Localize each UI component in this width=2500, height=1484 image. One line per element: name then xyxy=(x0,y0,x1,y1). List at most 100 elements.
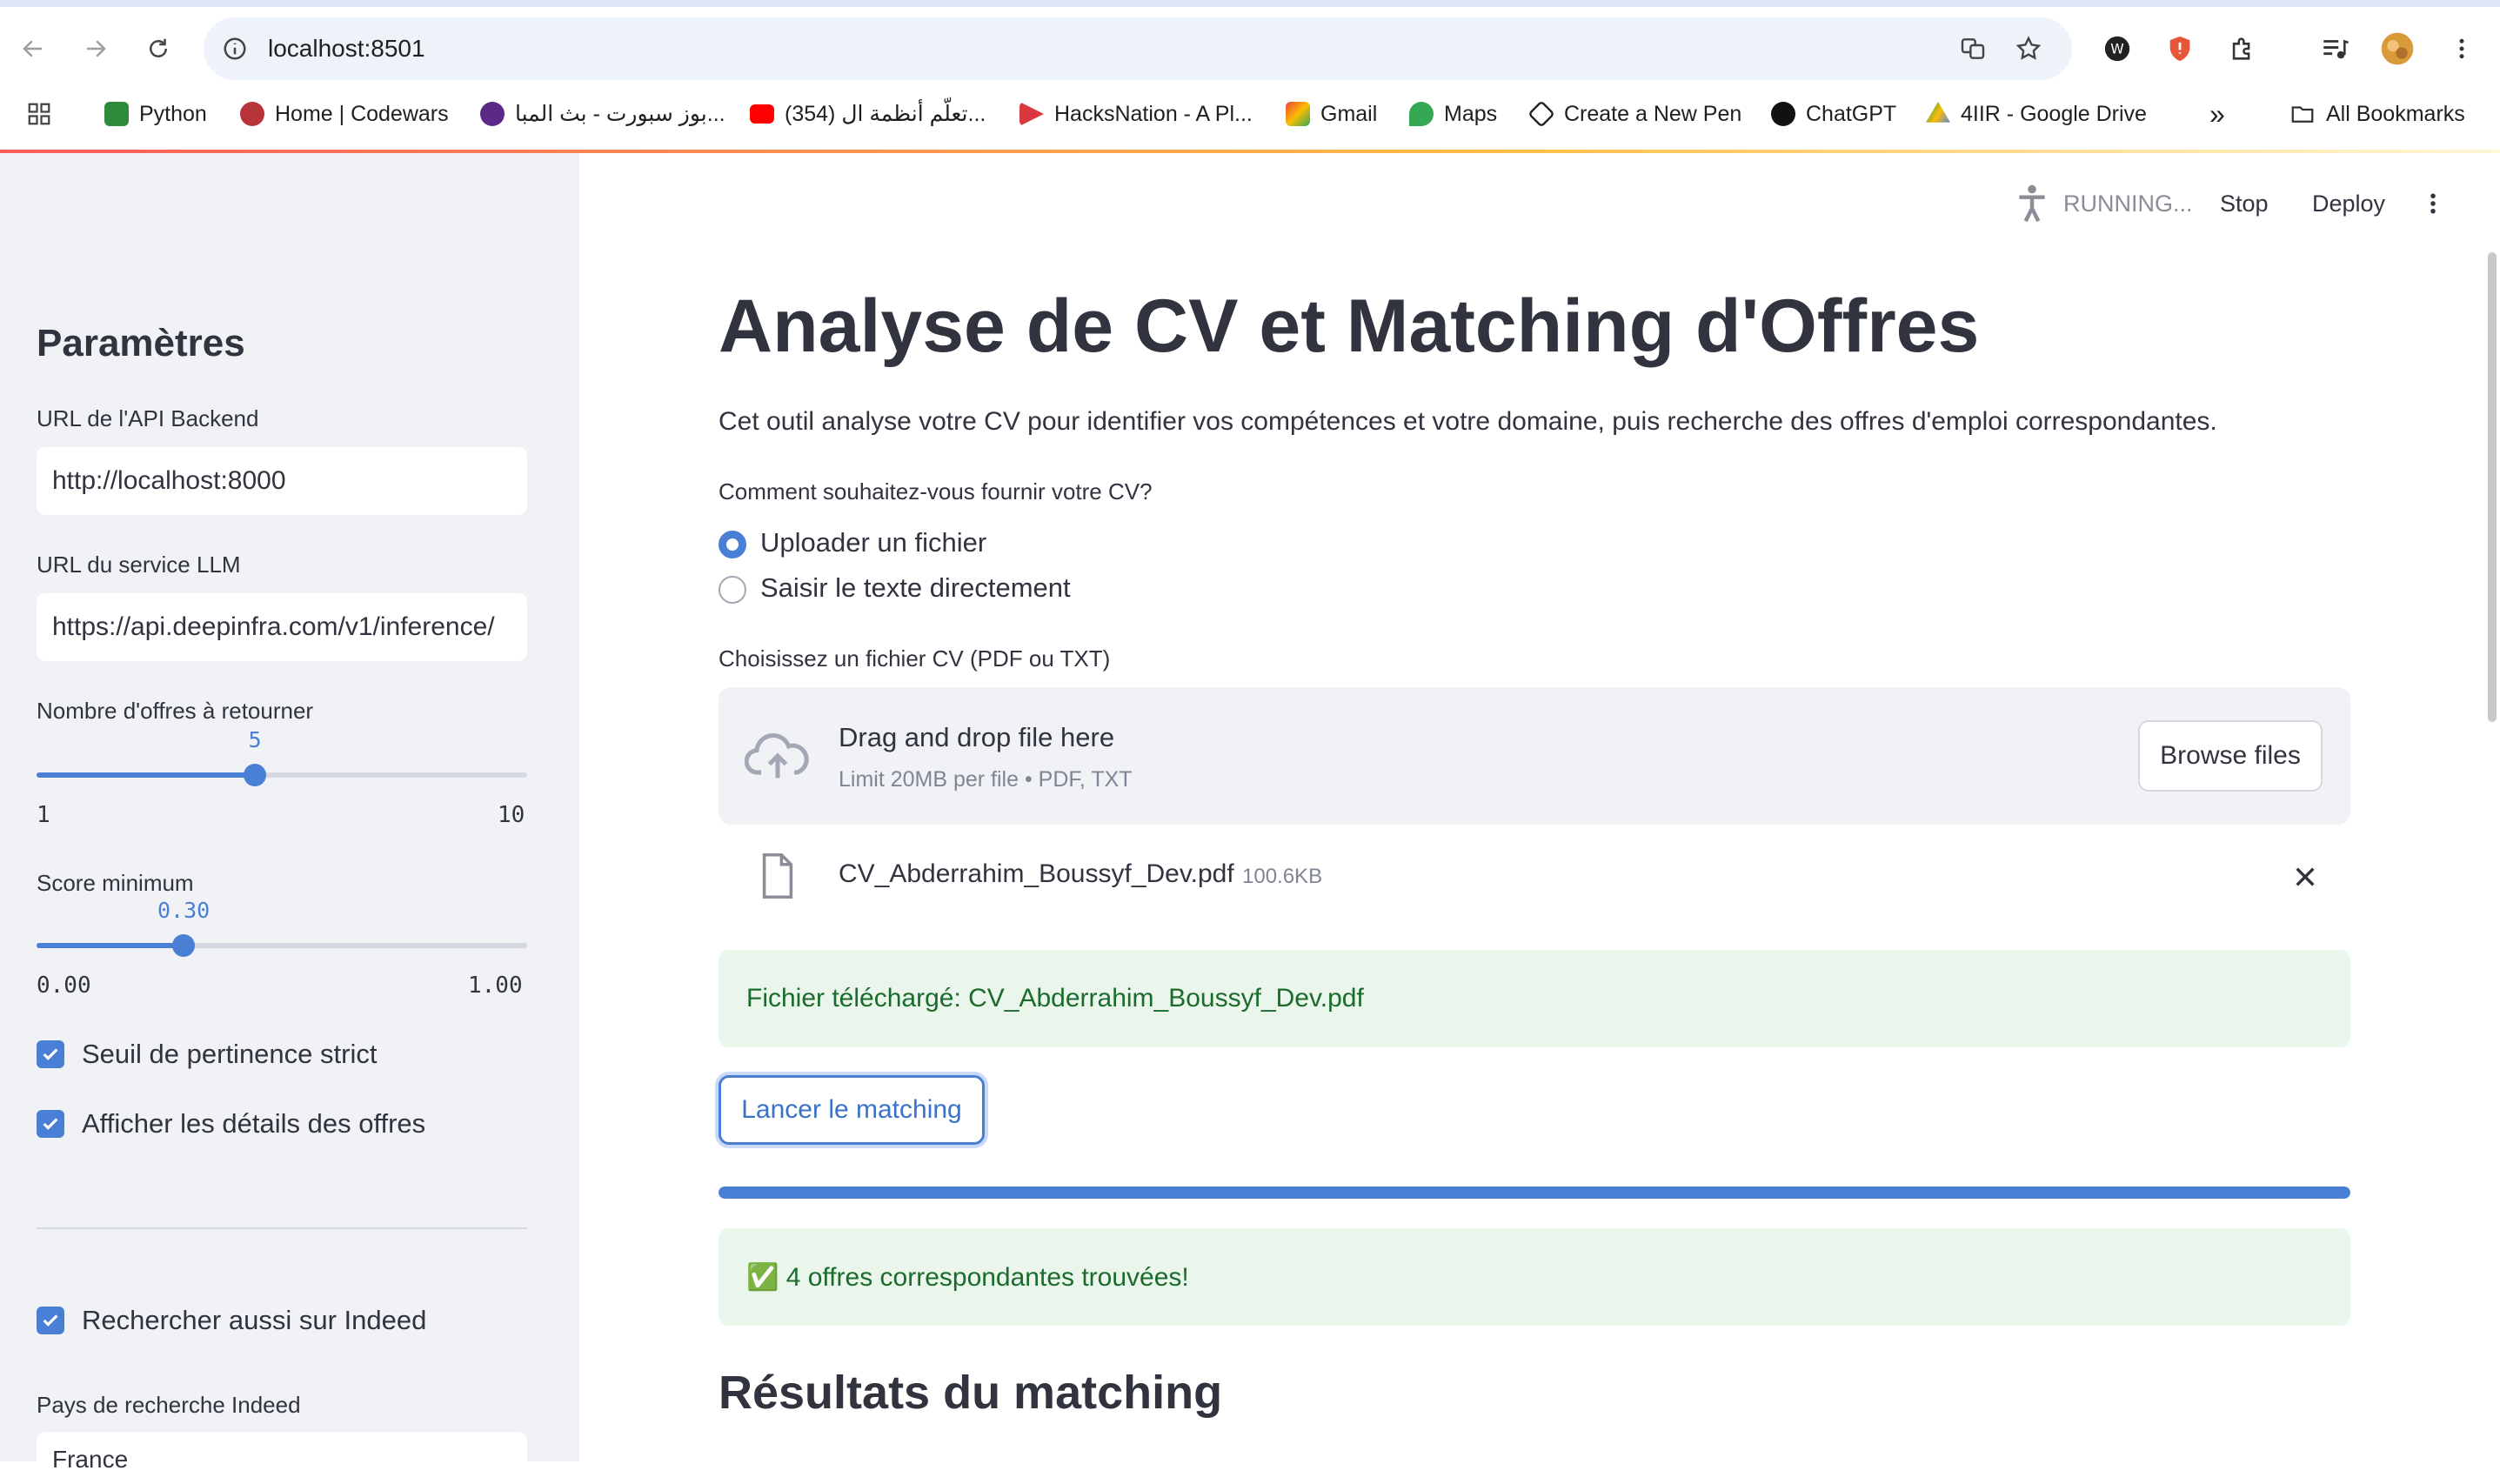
llm-url-input[interactable]: https://api.deepinfra.com/v1/inference/ xyxy=(37,593,527,661)
bookmark-label: Gmail xyxy=(1320,101,1378,126)
forward-icon[interactable] xyxy=(77,30,115,68)
tab-strip xyxy=(0,0,2500,7)
bookmark-label: Python xyxy=(139,101,207,126)
api-url-label: URL de l'API Backend xyxy=(37,405,259,431)
bookmark-gmail[interactable]: Gmail xyxy=(1286,92,1377,136)
indeed-label: Rechercher aussi sur Indeed xyxy=(82,1305,427,1335)
main-menu-icon[interactable] xyxy=(2420,177,2446,230)
remove-file-icon[interactable] xyxy=(2291,863,2319,891)
url-text[interactable]: localhost:8501 xyxy=(268,35,425,63)
offers-max-tick: 10 xyxy=(498,802,525,828)
indeed-country-select[interactable]: France xyxy=(37,1432,527,1484)
back-icon[interactable] xyxy=(14,30,52,68)
offers-min-tick: 1 xyxy=(37,802,50,828)
check-icon xyxy=(43,1118,58,1130)
bookmark-drive[interactable]: 4IIR - Google Drive xyxy=(1926,92,2147,136)
file-dropzone[interactable]: Drag and drop file here Limit 20MB per f… xyxy=(719,687,2350,825)
extension-w-icon[interactable]: W xyxy=(2098,30,2136,68)
bookmark-label: Create a New Pen xyxy=(1564,101,1742,126)
drive-favicon-icon xyxy=(1926,102,1950,123)
results-success-alert: ✅ 4 offres correspondantes trouvées! xyxy=(719,1228,2350,1326)
brave-shield-icon[interactable] xyxy=(2161,30,2199,68)
offers-slider-thumb[interactable] xyxy=(244,764,266,786)
score-slider-value: 0.30 xyxy=(157,898,211,923)
offers-slider[interactable]: 5 xyxy=(37,727,527,786)
gmail-favicon-icon xyxy=(1286,102,1310,126)
bookmark-sport[interactable]: بوز سبورت - بث المبا... xyxy=(480,92,725,136)
score-slider-thumb[interactable] xyxy=(172,934,195,957)
python-favicon-icon xyxy=(104,102,129,126)
bookmark-youtube[interactable]: (354) تعلّم أنظمة ال... xyxy=(750,92,986,136)
extensions-puzzle-icon[interactable] xyxy=(2223,30,2262,68)
score-max-tick: 1.00 xyxy=(468,973,523,999)
codewars-favicon-icon xyxy=(240,102,264,126)
upload-success-text: Fichier téléchargé: CV_Abderrahim_Boussy… xyxy=(746,984,1364,1013)
bookmark-maps[interactable]: Maps xyxy=(1409,92,1497,136)
strict-checkbox[interactable] xyxy=(37,1040,64,1068)
media-controls-icon[interactable] xyxy=(2316,30,2354,68)
bookmark-label: بوز سبورت - بث المبا... xyxy=(515,102,725,126)
youtube-favicon-icon xyxy=(750,104,774,124)
translate-icon[interactable] xyxy=(1957,33,1989,64)
check-icon xyxy=(43,1314,58,1327)
browser-menu-icon[interactable] xyxy=(2443,30,2481,68)
dropzone-title: Drag and drop file here xyxy=(839,722,1115,752)
llm-url-label: URL du service LLM xyxy=(37,551,241,578)
all-bookmarks-button[interactable]: All Bookmarks xyxy=(2289,92,2465,136)
bookmark-hacksnation[interactable]: HacksNation - A Pl... xyxy=(1019,92,1253,136)
more-bookmarks-button[interactable]: » xyxy=(2209,92,2225,136)
radio-text[interactable] xyxy=(719,576,746,604)
uploaded-file-size: 100.6KB xyxy=(1242,865,1323,888)
page-description: Cet outil analyse votre CV pour identifi… xyxy=(719,407,2217,436)
maps-favicon-icon xyxy=(1409,102,1434,126)
bookmark-label: 4IIR - Google Drive xyxy=(1961,101,2147,126)
codepen-favicon-icon xyxy=(1527,100,1555,128)
run-matching-button[interactable]: Lancer le matching xyxy=(719,1075,985,1145)
score-slider[interactable]: 0.30 xyxy=(37,898,527,957)
all-bookmarks-label: All Bookmarks xyxy=(2326,101,2465,126)
progress-bar xyxy=(719,1187,2350,1199)
indeed-country-label: Pays de recherche Indeed xyxy=(37,1392,301,1418)
file-icon xyxy=(762,853,793,899)
reload-icon[interactable] xyxy=(139,30,177,68)
file-uploader-label: Choisissez un fichier CV (PDF ou TXT) xyxy=(719,645,1111,672)
hacksnation-favicon-icon xyxy=(1019,102,1044,126)
details-label: Afficher les détails des offres xyxy=(82,1108,426,1139)
bookmark-python[interactable]: Python xyxy=(104,92,207,136)
score-slider-fill xyxy=(37,943,184,948)
bookmark-label: Maps xyxy=(1444,101,1498,126)
progress-bar-fill xyxy=(719,1187,2350,1199)
apps-grid-icon[interactable] xyxy=(26,92,52,136)
details-checkbox[interactable] xyxy=(37,1110,64,1138)
bookmark-label: Home | Codewars xyxy=(275,101,449,126)
stop-button[interactable]: Stop xyxy=(2220,177,2269,230)
offers-slider-value: 5 xyxy=(248,727,262,752)
radio-upload-label[interactable]: Uploader un fichier xyxy=(760,527,986,558)
running-indicator: RUNNING... xyxy=(2013,177,2193,230)
sidebar-divider xyxy=(37,1227,527,1229)
indeed-checkbox[interactable] xyxy=(37,1307,64,1334)
chatgpt-favicon-icon xyxy=(1771,102,1795,126)
page-title: Analyse de CV et Matching d'Offres xyxy=(719,284,1980,368)
bookmark-chatgpt[interactable]: ChatGPT xyxy=(1771,92,1896,136)
bookmark-codewars[interactable]: Home | Codewars xyxy=(240,92,449,136)
site-info-icon[interactable] xyxy=(219,33,251,64)
dropzone-limit: Limit 20MB per file • PDF, TXT xyxy=(839,767,1133,792)
bookmark-codepen[interactable]: Create a New Pen xyxy=(1527,92,1742,136)
cloud-upload-icon xyxy=(745,732,809,779)
upload-success-alert: Fichier téléchargé: CV_Abderrahim_Boussy… xyxy=(719,950,2350,1047)
running-status: RUNNING... xyxy=(2063,190,2193,217)
check-icon xyxy=(43,1048,58,1060)
offers-slider-fill xyxy=(37,772,255,778)
radio-upload[interactable] xyxy=(719,531,746,558)
bookmark-star-icon[interactable] xyxy=(2013,33,2044,64)
score-min-label: Score minimum xyxy=(37,870,194,896)
scrollbar[interactable] xyxy=(2488,252,2497,722)
profile-avatar-icon[interactable] xyxy=(2378,30,2416,68)
deploy-button[interactable]: Deploy xyxy=(2312,177,2385,230)
address-bar[interactable]: localhost:8501 xyxy=(204,17,2072,80)
score-min-tick: 0.00 xyxy=(37,973,91,999)
api-url-input[interactable]: http://localhost:8000 xyxy=(37,447,527,515)
radio-text-label[interactable]: Saisir le texte directement xyxy=(760,572,1071,604)
browse-files-button[interactable]: Browse files xyxy=(2138,720,2323,792)
